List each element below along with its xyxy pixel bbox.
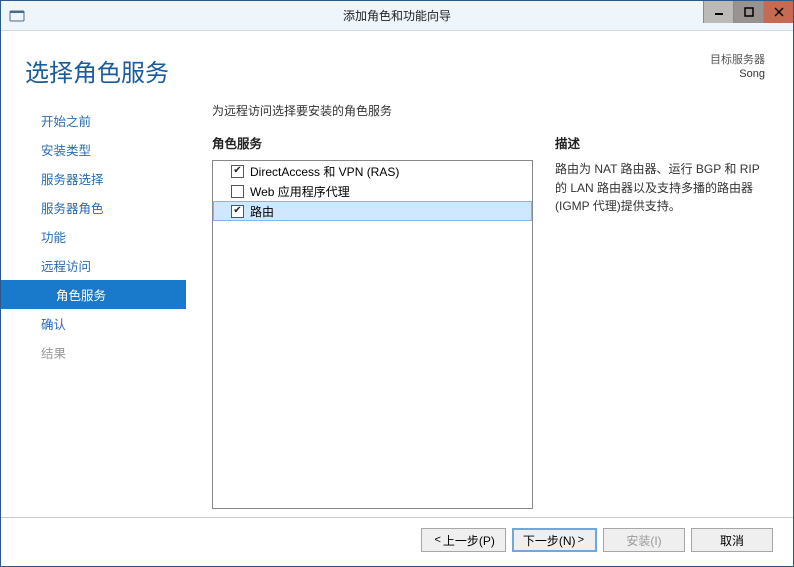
content-area: 开始之前安装类型服务器选择服务器角色功能远程访问角色服务确认结果 为远程访问选择… [1,98,793,517]
nav-item[interactable]: 服务器角色 [1,193,186,222]
chevron-left-icon: < [434,534,440,546]
footer: < 上一步(P) 下一步(N) > 安装(I) 取消 [1,517,793,566]
role-service-item[interactable]: 路由 [213,201,532,221]
previous-button-label: 上一步(P) [443,532,495,549]
instruction-text: 为远程访问选择要安装的角色服务 [212,102,765,119]
window-controls [703,1,793,25]
nav-item[interactable]: 远程访问 [1,251,186,280]
role-service-label: DirectAccess 和 VPN (RAS) [250,163,399,180]
role-service-item[interactable]: DirectAccess 和 VPN (RAS) [213,161,532,181]
role-services-listbox[interactable]: DirectAccess 和 VPN (RAS) Web 应用程序代理路由 [212,160,533,509]
window-title: 添加角色和功能向导 [1,7,793,24]
titlebar: 添加角色和功能向导 [1,1,793,31]
install-button[interactable]: 安装(I) [603,528,685,552]
main-panel: 为远程访问选择要安装的角色服务 角色服务 DirectAccess 和 VPN … [186,98,765,509]
role-service-label: 路由 [250,203,274,220]
app-icon [7,6,27,26]
nav-item[interactable]: 服务器选择 [1,164,186,193]
nav-item[interactable]: 角色服务 [1,280,186,309]
nav-item[interactable]: 功能 [1,222,186,251]
target-server-label: 目标服务器 [710,53,765,67]
description-text: 路由为 NAT 路由器、运行 BGP 和 RIP 的 LAN 路由器以及支持多播… [555,160,765,216]
checkbox[interactable] [231,205,244,218]
description-column: 描述 路由为 NAT 路由器、运行 BGP 和 RIP 的 LAN 路由器以及支… [555,133,765,509]
minimize-button[interactable] [703,1,733,23]
next-button[interactable]: 下一步(N) > [512,528,597,552]
checkbox[interactable] [231,185,244,198]
role-services-column: 角色服务 DirectAccess 和 VPN (RAS) Web 应用程序代理路… [212,133,533,509]
nav-item[interactable]: 确认 [1,309,186,338]
close-button[interactable] [763,1,793,23]
nav-item[interactable]: 安装类型 [1,135,186,164]
role-service-item[interactable]: Web 应用程序代理 [213,181,532,201]
wizard-window: 添加角色和功能向导 选择角色服务 目标服务器 Song 开始之前安装类型服务器选… [0,0,794,567]
maximize-button[interactable] [733,1,763,23]
nav-item[interactable]: 开始之前 [1,106,186,135]
page-title: 选择角色服务 [25,53,169,88]
target-server-name: Song [710,67,765,81]
chevron-right-icon: > [578,534,584,546]
cancel-button[interactable]: 取消 [691,528,773,552]
nav-sidebar: 开始之前安装类型服务器选择服务器角色功能远程访问角色服务确认结果 [1,98,186,509]
install-button-label: 安装(I) [626,532,661,549]
checkbox[interactable] [231,165,244,178]
nav-item: 结果 [1,338,186,367]
wizard-body: 选择角色服务 目标服务器 Song 开始之前安装类型服务器选择服务器角色功能远程… [1,31,793,566]
cancel-button-label: 取消 [720,532,744,549]
columns: 角色服务 DirectAccess 和 VPN (RAS)Web 应用程序代理路… [212,133,765,509]
description-heading: 描述 [555,133,765,152]
header-row: 选择角色服务 目标服务器 Song [1,31,793,98]
previous-button[interactable]: < 上一步(P) [421,528,505,552]
next-button-label: 下一步(N) [523,532,576,549]
role-service-label: Web 应用程序代理 [250,183,350,200]
role-services-heading: 角色服务 [212,133,533,152]
target-server-block: 目标服务器 Song [710,53,765,88]
